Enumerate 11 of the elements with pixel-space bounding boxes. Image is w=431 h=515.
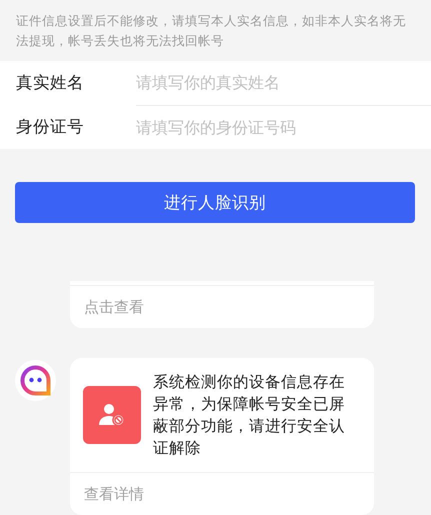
- input-field[interactable]: 请填写你的真实姓名: [136, 73, 431, 92]
- field-label: 真实姓名: [15, 72, 85, 94]
- blocked-user-icon: [99, 403, 125, 427]
- view-link[interactable]: 点击查看: [70, 286, 374, 328]
- app-logo-icon: [14, 360, 56, 401]
- field-label: 身份证号: [15, 116, 85, 138]
- details-link[interactable]: 查看详情: [70, 473, 374, 515]
- face-recognition-button[interactable]: 进行人脸识别: [15, 182, 415, 223]
- message-text: 系统检测你的设备信息存在异常，为保障帐号安全已屏蔽部分功能，请进行安全认证解除: [153, 372, 346, 459]
- input-field[interactable]: 请填写你的身份证号码: [136, 118, 431, 136]
- notice-text: 证件信息设置后不能修改，请填写本人实名信息，如非本人实名将无法提现，帐号丢失也将无法找回帐号: [15, 12, 407, 50]
